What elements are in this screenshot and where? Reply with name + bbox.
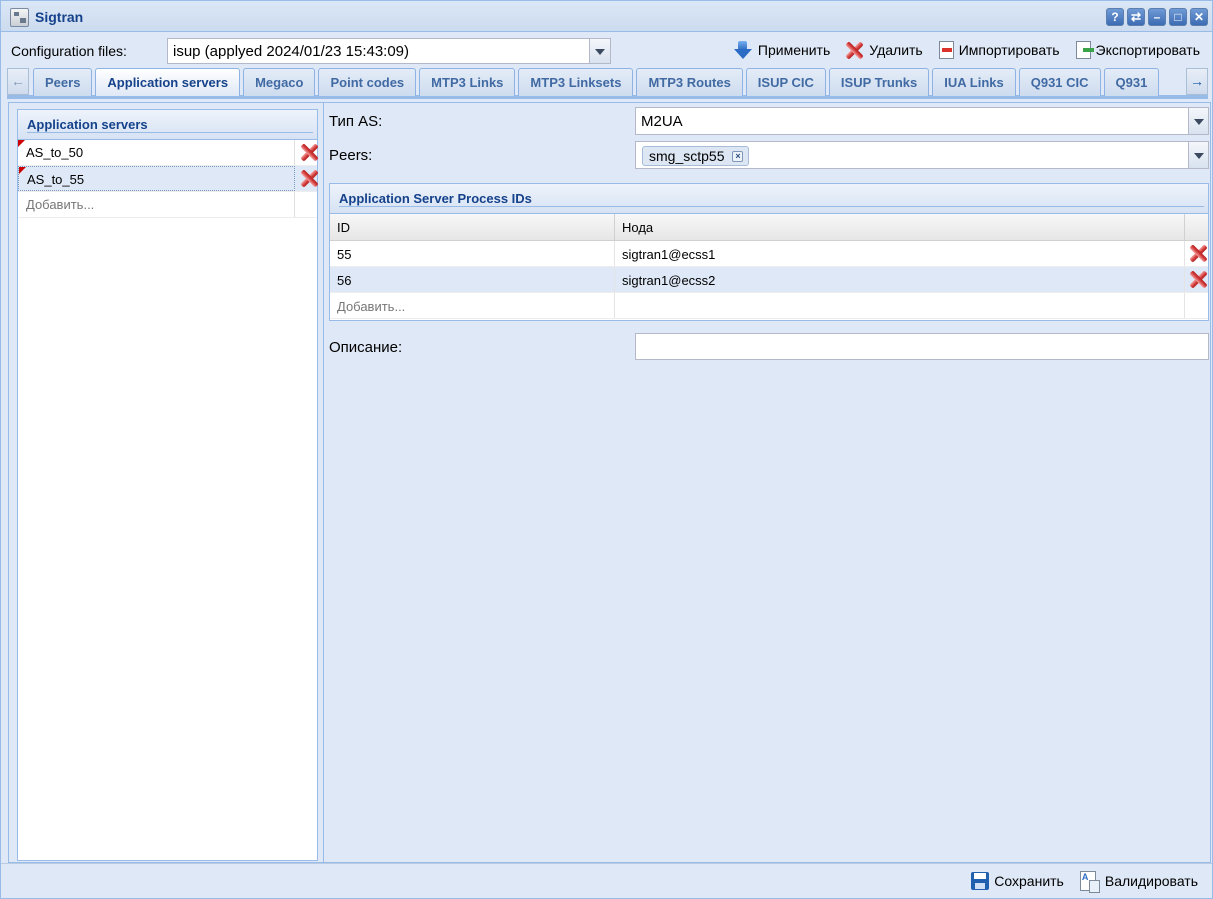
tab-scroll-right-icon[interactable]: → — [1186, 68, 1208, 95]
tab-point-codes[interactable]: Point codes — [318, 68, 417, 96]
refresh-button[interactable]: ⇄ — [1127, 8, 1145, 26]
validate-button[interactable]: A Валидировать — [1079, 870, 1198, 893]
apply-label: Применить — [757, 42, 831, 58]
window-tool-buttons: ? ⇄ – □ ✕ — [1106, 8, 1208, 26]
cell-node[interactable]: sigtran1@ecss2 — [615, 267, 1185, 292]
minimize-button[interactable]: – — [1148, 8, 1166, 26]
save-label: Сохранить — [994, 873, 1064, 889]
import-button[interactable]: Импортировать — [937, 39, 1060, 61]
add-placeholder[interactable]: Добавить... — [18, 192, 295, 217]
tab-iua-links[interactable]: IUA Links — [932, 68, 1016, 96]
tab-megaco[interactable]: Megaco — [243, 68, 316, 96]
cell-id[interactable]: 55 — [330, 241, 615, 266]
asp-ids-title: Application Server Process IDs — [339, 191, 532, 206]
validate-label: Валидировать — [1104, 873, 1198, 889]
delete-row-icon[interactable] — [299, 142, 319, 162]
list-item-label[interactable]: AS_to_50 — [18, 140, 295, 165]
tab-q931[interactable]: Q931 — [1103, 68, 1160, 96]
delete-row-icon[interactable] — [299, 168, 319, 188]
table-row[interactable]: 56 sigtran1@ecss2 — [330, 267, 1208, 293]
tab-mtp3-routes[interactable]: MTP3 Routes — [636, 68, 743, 96]
tab-application-servers[interactable]: Application servers — [95, 68, 241, 96]
import-icon — [938, 41, 954, 59]
as-type-label: Тип AS: — [329, 113, 383, 130]
tab-mtp3-links[interactable]: MTP3 Links — [419, 68, 516, 96]
delete-x-icon — [844, 40, 864, 60]
apply-button[interactable]: Применить — [733, 39, 830, 61]
config-actions: Применить Удалить Импортировать Экспорти… — [733, 39, 1200, 61]
asp-ids-header: Application Server Process IDs — [330, 184, 1208, 214]
cell-id[interactable]: 56 — [330, 267, 615, 292]
title-bar: Sigtran ? ⇄ – □ ✕ — [1, 1, 1212, 32]
tabs: Peers Application servers Megaco Point c… — [33, 68, 1183, 96]
delete-button[interactable]: Удалить — [844, 39, 922, 61]
tab-strip: ← Peers Application servers Megaco Point… — [7, 67, 1208, 99]
asp-ids-grid: Application Server Process IDs ID Нода 5… — [329, 183, 1209, 321]
column-header-node[interactable]: Нода — [615, 214, 1185, 240]
tab-mtp3-linksets[interactable]: MTP3 Linksets — [518, 68, 634, 96]
application-servers-list: Application servers AS_to_50 AS_to_55 До… — [17, 109, 318, 861]
validate-document-icon: A — [1079, 871, 1100, 893]
tab-q931-cic[interactable]: Q931 CIC — [1018, 68, 1101, 96]
chevron-down-icon[interactable] — [1188, 142, 1208, 168]
column-header-id[interactable]: ID — [330, 214, 615, 240]
add-row[interactable]: Добавить... — [330, 293, 1208, 319]
config-files-label: Configuration files: — [11, 43, 127, 59]
tab-scroll-left-icon[interactable]: ← — [7, 68, 29, 95]
tab-peers[interactable]: Peers — [33, 68, 93, 96]
application-servers-header: Application servers — [18, 110, 317, 140]
as-type-combo[interactable]: M2UA — [635, 107, 1209, 135]
export-label: Экспортировать — [1095, 42, 1200, 58]
export-button[interactable]: Экспортировать — [1074, 39, 1200, 61]
export-icon — [1075, 41, 1094, 59]
cell-node-empty[interactable] — [615, 293, 1185, 318]
config-files-value: isup (applyed 2024/01/23 15:43:09) — [173, 43, 410, 60]
network-app-icon — [10, 8, 29, 27]
maximize-button[interactable]: □ — [1169, 8, 1187, 26]
save-disk-icon — [971, 872, 990, 890]
peer-tag: smg_sctp55 × — [642, 146, 750, 166]
delete-label: Удалить — [869, 42, 923, 58]
list-item-label[interactable]: AS_to_55 — [18, 166, 295, 191]
cell-node[interactable]: sigtran1@ecss1 — [615, 241, 1185, 266]
left-panel: Application servers AS_to_50 AS_to_55 До… — [8, 102, 324, 863]
peers-label: Peers: — [329, 147, 373, 164]
add-placeholder[interactable]: Добавить... — [330, 293, 615, 318]
remove-tag-icon[interactable]: × — [732, 151, 744, 162]
delete-row-icon[interactable] — [1188, 269, 1208, 289]
help-button[interactable]: ? — [1106, 8, 1124, 26]
peer-tag-label: smg_sctp55 — [649, 148, 725, 164]
tab-isup-trunks[interactable]: ISUP Trunks — [828, 68, 930, 96]
footer-bar: Сохранить A Валидировать — [1, 863, 1212, 898]
save-button[interactable]: Сохранить — [971, 870, 1064, 892]
column-header-actions — [1185, 214, 1210, 240]
config-bar: Configuration files: isup (applyed 2024/… — [1, 33, 1212, 67]
description-input[interactable] — [635, 333, 1209, 360]
description-label: Описание: — [329, 339, 403, 356]
window-title: Sigtran — [35, 9, 84, 25]
grid-header-row: ID Нода — [330, 214, 1208, 241]
as-type-value: M2UA — [641, 113, 683, 130]
delete-row-icon[interactable] — [1188, 243, 1208, 263]
chevron-down-icon[interactable] — [589, 39, 610, 63]
right-panel: Тип AS: M2UA Peers: smg_sctp55 × Applica… — [323, 102, 1211, 863]
apply-arrow-icon — [733, 40, 753, 60]
chevron-down-icon[interactable] — [1188, 108, 1208, 134]
sigtran-window: Sigtran ? ⇄ – □ ✕ Configuration files: i… — [0, 0, 1213, 899]
list-item[interactable]: AS_to_50 — [18, 140, 317, 166]
list-item[interactable]: AS_to_55 — [18, 166, 317, 192]
table-row[interactable]: 55 sigtran1@ecss1 — [330, 241, 1208, 267]
close-button[interactable]: ✕ — [1190, 8, 1208, 26]
peers-tag-field[interactable]: smg_sctp55 × — [635, 141, 1209, 169]
config-files-combo[interactable]: isup (applyed 2024/01/23 15:43:09) — [167, 38, 611, 64]
application-servers-title: Application servers — [27, 117, 148, 132]
footer-actions: Сохранить A Валидировать — [971, 870, 1198, 893]
import-label: Импортировать — [958, 42, 1060, 58]
add-row[interactable]: Добавить... — [18, 192, 317, 218]
tab-isup-cic[interactable]: ISUP CIC — [745, 68, 826, 96]
